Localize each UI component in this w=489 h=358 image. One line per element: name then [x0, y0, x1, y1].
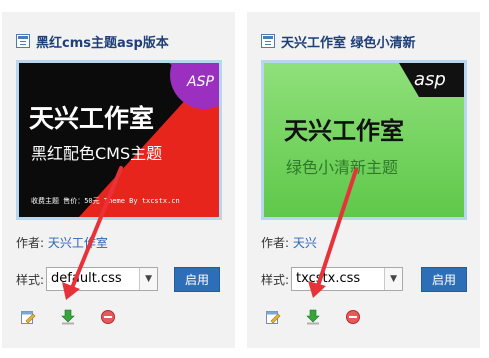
theme-preview-image: asp 天兴工作室 绿色小清新主题	[264, 63, 464, 217]
chevron-down-icon[interactable]: ▼	[139, 268, 158, 290]
style-select-value: txcstx.css	[296, 271, 361, 286]
style-row: 样式: default.css ▼	[16, 267, 159, 291]
preview-subtitle: 黑红配色CMS主题	[31, 144, 162, 163]
download-icon[interactable]	[305, 309, 321, 325]
window-icon	[261, 34, 275, 48]
edit-icon[interactable]	[265, 309, 281, 325]
style-row: 样式: txcstx.css ▼	[261, 267, 404, 291]
preview-footer: 收费主题 售价：50元 Theme By txcstx.cn	[31, 196, 180, 205]
theme-card-green: 天兴工作室 绿色小清新 asp 天兴工作室 绿色小清新主题 作者: 天兴 样式:…	[247, 12, 480, 348]
action-icons	[20, 309, 140, 325]
delete-icon[interactable]	[345, 309, 361, 325]
author-label: 作者:	[261, 236, 290, 250]
preview-graphic: ASP 天兴工作室 黑红配色CMS主题 收费主题 售价：50元 Theme By…	[19, 63, 219, 217]
card-title: 天兴工作室 绿色小清新	[281, 35, 416, 51]
style-label: 样式:	[261, 272, 290, 287]
style-label: 样式:	[16, 272, 45, 287]
author-label: 作者:	[16, 236, 45, 250]
edit-icon[interactable]	[20, 309, 36, 325]
theme-preview-frame[interactable]: asp 天兴工作室 绿色小清新主题	[261, 60, 467, 220]
delete-icon[interactable]	[100, 309, 116, 325]
author-line: 作者: 天兴工作室	[16, 234, 108, 251]
chevron-down-icon[interactable]: ▼	[384, 268, 403, 290]
author-link[interactable]: 天兴	[293, 236, 317, 250]
theme-preview-frame[interactable]: ASP 天兴工作室 黑红配色CMS主题 收费主题 售价：50元 Theme By…	[16, 60, 222, 220]
style-select[interactable]: txcstx.css ▼	[291, 267, 404, 291]
preview-badge: ASP	[186, 74, 214, 90]
card-title-row: 黑红cms主题asp版本	[16, 32, 169, 51]
style-select[interactable]: default.css ▼	[46, 267, 159, 291]
theme-card-hongcms: 黑红cms主题asp版本 ASP 天兴工作室 黑红配色CMS主题 收费主题 售价…	[2, 12, 235, 348]
style-select-value: default.css	[51, 271, 122, 286]
window-icon	[16, 34, 30, 48]
theme-preview-image: ASP 天兴工作室 黑红配色CMS主题 收费主题 售价：50元 Theme By…	[19, 63, 219, 217]
preview-brand: 天兴工作室	[284, 116, 404, 145]
author-line: 作者: 天兴	[261, 234, 317, 251]
action-icons	[265, 309, 385, 325]
preview-subtitle: 绿色小清新主题	[286, 158, 398, 177]
enable-button[interactable]: 启用	[421, 267, 467, 292]
card-title-row: 天兴工作室 绿色小清新	[261, 32, 416, 51]
preview-badge: asp	[414, 69, 446, 90]
preview-graphic: asp 天兴工作室 绿色小清新主题	[264, 63, 464, 217]
author-link[interactable]: 天兴工作室	[48, 236, 108, 250]
download-icon[interactable]	[60, 309, 76, 325]
enable-button[interactable]: 启用	[174, 267, 220, 292]
preview-brand: 天兴工作室	[29, 104, 154, 133]
card-title: 黑红cms主题asp版本	[36, 35, 169, 51]
